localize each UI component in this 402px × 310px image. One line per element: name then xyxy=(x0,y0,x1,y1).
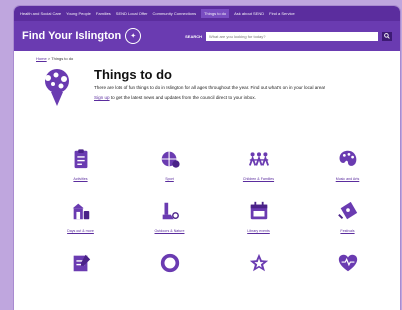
search-label: SEARCH xyxy=(185,33,202,39)
breadcrumb-home[interactable]: Home xyxy=(36,56,47,61)
search-bar: SEARCH xyxy=(185,31,392,41)
category-tile-music-arts[interactable]: Music and Arts xyxy=(303,148,392,182)
nav-item-families[interactable]: Families xyxy=(96,11,111,16)
ticket-icon xyxy=(337,201,357,220)
nav-item-health[interactable]: Health and Social Care xyxy=(20,11,61,16)
category-tile-sport[interactable]: Sport xyxy=(125,148,214,182)
category-tile-days-out[interactable]: Days out & more xyxy=(36,200,125,234)
breadcrumb: Home > Things to do xyxy=(14,51,400,61)
search-icon xyxy=(384,33,390,39)
family-icon xyxy=(248,152,269,166)
category-label[interactable]: Festivals xyxy=(340,229,354,234)
logo-icon: ✦ xyxy=(125,28,142,44)
category-tile-heart[interactable] xyxy=(303,252,392,286)
breadcrumb-separator: > xyxy=(47,56,51,61)
category-label[interactable]: Activities xyxy=(73,177,87,182)
balloons-icon xyxy=(45,69,69,106)
nav-item-community[interactable]: Community Connections xyxy=(153,11,197,16)
page-title: Things to do xyxy=(94,67,172,82)
top-navigation: Health and Social Care Young People Fami… xyxy=(14,6,400,21)
category-label[interactable]: Library events xyxy=(247,229,270,234)
clipboard-icon xyxy=(74,149,87,169)
category-tile-library[interactable]: Library events xyxy=(214,200,303,234)
category-tile-notepad[interactable] xyxy=(36,252,125,286)
nav-item-send[interactable]: SEND Local Offer xyxy=(116,11,148,16)
category-label[interactable]: Music and Arts xyxy=(336,177,360,182)
category-tile-children[interactable]: Children & Families xyxy=(214,148,303,182)
nav-item-find-service[interactable]: Find a Service xyxy=(269,11,295,16)
explore-icon xyxy=(162,202,179,220)
search-input[interactable] xyxy=(206,31,378,41)
header-bar: Find Your Islington ✦ SEARCH xyxy=(14,21,400,51)
category-label[interactable]: Children & Families xyxy=(243,177,274,182)
category-label[interactable]: Days out & more xyxy=(67,229,94,234)
nav-item-things-to-do[interactable]: Things to do xyxy=(201,9,230,18)
sports-icon xyxy=(161,151,180,168)
nav-item-young-people[interactable]: Young People xyxy=(66,11,91,16)
calendar-icon xyxy=(250,201,267,220)
signup-paragraph: Sign up to get the latest news and updat… xyxy=(94,95,325,102)
nav-item-ask-send[interactable]: Ask about SEND xyxy=(234,11,264,16)
building-icon xyxy=(72,203,89,220)
signup-link[interactable]: Sign up xyxy=(94,95,110,100)
category-tile-ring[interactable] xyxy=(125,252,214,286)
category-tile-outdoors[interactable]: Outdoors & Nature xyxy=(125,200,214,234)
category-tile-activities[interactable]: Activities xyxy=(36,148,125,182)
browser-page: Health and Social Care Young People Fami… xyxy=(14,6,400,310)
category-tile-star[interactable] xyxy=(214,252,303,286)
heart-icon xyxy=(338,254,357,272)
star-icon xyxy=(249,253,268,272)
signup-text: to get the latest news and updates from … xyxy=(110,94,256,100)
breadcrumb-current: Things to do xyxy=(51,56,74,61)
hero-section: Things to do There are lots of fun thing… xyxy=(14,61,400,107)
category-grid: Activities Sport Children & Families Mus… xyxy=(36,148,392,286)
search-button[interactable] xyxy=(382,31,392,41)
site-brand[interactable]: Find Your Islington xyxy=(22,30,121,42)
category-tile-festivals[interactable]: Festivals xyxy=(303,200,392,234)
category-label[interactable]: Outdoors & Nature xyxy=(155,229,185,234)
ring-icon xyxy=(160,253,179,273)
hero-text: Things to do There are lots of fun thing… xyxy=(94,67,325,107)
category-label[interactable]: Sport xyxy=(165,177,174,182)
intro-text: There are lots of fun things to do in Is… xyxy=(94,85,326,90)
notepad-icon xyxy=(73,254,90,272)
palette-icon xyxy=(339,150,356,166)
